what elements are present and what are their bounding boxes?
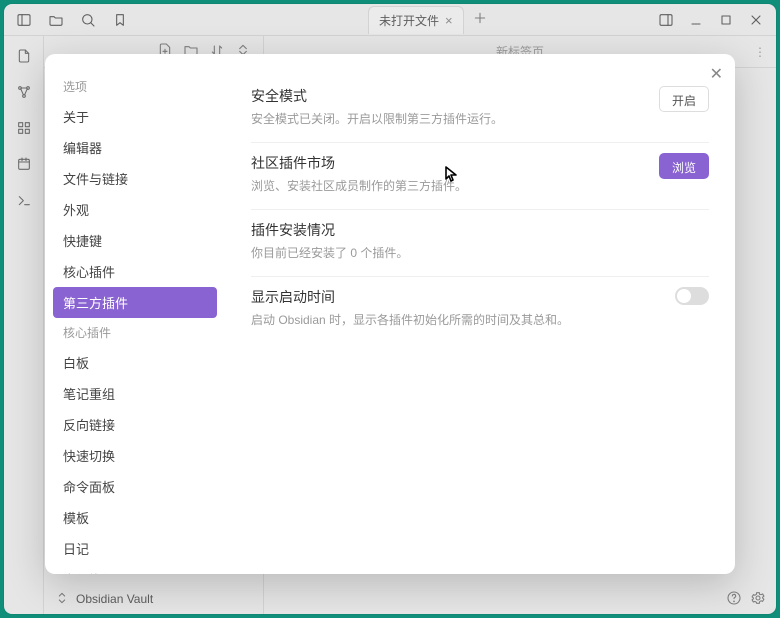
setting-desc: 你目前已经安装了 0 个插件。 (251, 244, 408, 262)
settings-nav-item[interactable]: 文件与链接 (53, 163, 217, 194)
setting-title: 插件安装情况 (251, 220, 408, 240)
settings-nav-item[interactable]: 日记 (53, 533, 217, 564)
settings-nav-item[interactable]: 快速切换 (53, 440, 217, 471)
settings-nav-item[interactable]: 模板 (53, 502, 217, 533)
settings-group-label: 选项 (53, 72, 217, 101)
setting-title: 安全模式 (251, 86, 503, 106)
setting-row: 安全模式安全模式已关闭。开启以限制第三方插件运行。 开启 (251, 76, 709, 143)
settings-nav-item[interactable]: 核心插件 (53, 256, 217, 287)
settings-nav-item[interactable]: 文件恢复 (53, 564, 217, 574)
settings-nav-item[interactable]: 快捷键 (53, 225, 217, 256)
settings-modal: ✕ 选项关于编辑器文件与链接外观快捷键核心插件第三方插件核心插件白板笔记重组反向… (45, 54, 735, 574)
settings-nav-item[interactable]: 关于 (53, 101, 217, 132)
modal-close-button[interactable]: ✕ (710, 64, 723, 84)
setting-desc: 浏览、安装社区成员制作的第三方插件。 (251, 177, 467, 195)
settings-content: 安全模式安全模式已关闭。开启以限制第三方插件运行。 开启社区插件市场浏览、安装社区… (225, 54, 735, 574)
settings-nav-item[interactable]: 白板 (53, 347, 217, 378)
setting-row: 显示启动时间启动 Obsidian 时，显示各插件初始化所需的时间及其总和。 (251, 277, 709, 343)
settings-nav-item[interactable]: 第三方插件 (53, 287, 217, 318)
modal-backdrop[interactable]: ✕ 选项关于编辑器文件与链接外观快捷键核心插件第三方插件核心插件白板笔记重组反向… (4, 4, 776, 614)
browse-button[interactable]: 浏览 (659, 153, 709, 179)
setting-row: 插件安装情况你目前已经安装了 0 个插件。 (251, 210, 709, 277)
settings-nav: 选项关于编辑器文件与链接外观快捷键核心插件第三方插件核心插件白板笔记重组反向链接… (45, 54, 225, 574)
settings-nav-item[interactable]: 反向链接 (53, 409, 217, 440)
settings-nav-item[interactable]: 笔记重组 (53, 378, 217, 409)
enable-button[interactable]: 开启 (659, 86, 709, 112)
toggle-switch[interactable] (675, 287, 709, 305)
setting-row: 社区插件市场浏览、安装社区成员制作的第三方插件。 浏览 (251, 143, 709, 210)
settings-nav-item[interactable]: 编辑器 (53, 132, 217, 163)
settings-nav-item[interactable]: 外观 (53, 194, 217, 225)
settings-nav-item[interactable]: 命令面板 (53, 471, 217, 502)
settings-group-label: 核心插件 (53, 318, 217, 347)
setting-title: 社区插件市场 (251, 153, 467, 173)
setting-desc: 启动 Obsidian 时，显示各插件初始化所需的时间及其总和。 (251, 311, 569, 329)
app-window: 未打开文件 × (4, 4, 776, 614)
setting-desc: 安全模式已关闭。开启以限制第三方插件运行。 (251, 110, 503, 128)
setting-title: 显示启动时间 (251, 287, 569, 307)
